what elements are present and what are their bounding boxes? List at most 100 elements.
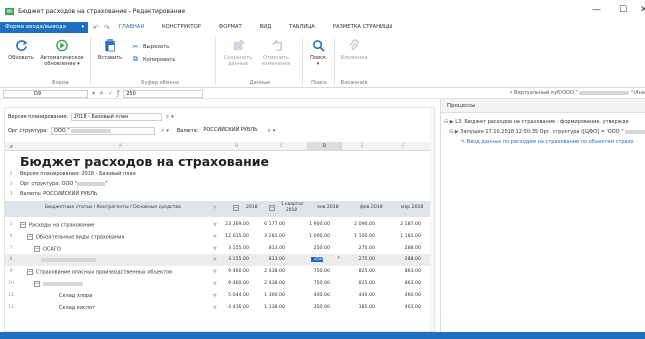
expander-icon[interactable]: − bbox=[34, 245, 40, 252]
filter-icon[interactable]: ▼ bbox=[213, 269, 217, 275]
table-cell[interactable]: 863.00 bbox=[393, 281, 421, 286]
undo-changes-button[interactable]: Отменить изменения bbox=[258, 39, 294, 67]
table-cell[interactable]: 2 090.00 bbox=[347, 222, 375, 227]
table-cell[interactable]: 4 416.00 bbox=[221, 305, 249, 310]
table-row[interactable]: 10 − ▼ 9 460.00 2 438.00 750.00 825.00 863.00 bbox=[5, 278, 434, 290]
attachments-button[interactable]: Вложения bbox=[339, 39, 369, 61]
org-select[interactable]: ООО " bbox=[50, 127, 155, 135]
expander-icon[interactable]: − bbox=[20, 222, 26, 228]
expander-icon[interactable]: − bbox=[34, 281, 40, 287]
table-cell[interactable]: 863.00 bbox=[393, 269, 421, 274]
table-cell[interactable]: 3 155.00 bbox=[221, 257, 249, 262]
table-cell[interactable]: 1 900.00 bbox=[302, 222, 330, 227]
column-header-f[interactable]: F bbox=[402, 144, 405, 149]
table-row[interactable]: 6 − Обязательные виды страхования ▼ 12 615.0… bbox=[5, 231, 434, 243]
table-cell[interactable]: 23 369.00 bbox=[221, 222, 249, 227]
table-cell[interactable]: 3 155.00 bbox=[221, 246, 249, 251]
process-run-item[interactable]: ⊟ ▶ Запущен 17.10.2018 12:50:35 Орг. стр… bbox=[449, 129, 645, 135]
expander-icon[interactable]: − bbox=[27, 269, 33, 276]
vertical-scrollbar[interactable] bbox=[430, 108, 434, 331]
active-cell[interactable]: 250 bbox=[311, 257, 323, 263]
table-cell[interactable]: 1 300.00 bbox=[257, 293, 285, 298]
filter-icon[interactable]: ▼ bbox=[213, 205, 217, 211]
table-cell[interactable]: 275.00 bbox=[347, 246, 375, 251]
undo-icon[interactable]: ↶ bbox=[93, 24, 99, 32]
expander-icon[interactable]: − bbox=[269, 205, 278, 212]
table-cell[interactable]: 250.00 bbox=[302, 246, 330, 251]
table-cell[interactable]: 3 281.00 bbox=[257, 234, 285, 239]
table-cell[interactable]: 400.00 bbox=[302, 293, 330, 298]
expander-icon[interactable]: − bbox=[27, 233, 33, 240]
table-cell[interactable]: 350.00 bbox=[302, 305, 330, 310]
tab-view[interactable]: ВИД bbox=[251, 22, 281, 33]
save-data-button[interactable]: Сохранить данные bbox=[222, 39, 254, 67]
table-cell[interactable]: 6 177.00 bbox=[257, 222, 285, 227]
table-cell[interactable]: 750.00 bbox=[302, 269, 330, 274]
maximize-button[interactable]: ☐ bbox=[619, 5, 627, 15]
search-icon[interactable]: ⌕ bbox=[267, 127, 270, 135]
table-cell[interactable]: 1 138.00 bbox=[257, 305, 285, 310]
table-row[interactable]: 11 Склад хлора ▼ 5 044.00 1 300.00 400.00 440.… bbox=[5, 290, 434, 302]
filter-icon[interactable]: ▼ bbox=[213, 222, 217, 228]
filter-icon[interactable]: ▼ bbox=[213, 293, 217, 299]
chevron-down-icon[interactable]: ▾ bbox=[166, 128, 169, 134]
tab-table[interactable]: ТАБЛИЦА bbox=[280, 22, 324, 33]
table-cell[interactable]: 825.00 bbox=[347, 269, 375, 274]
table-cell[interactable]: 813.00 bbox=[257, 246, 285, 251]
version-select[interactable]: 2018 - Базовый план bbox=[70, 113, 162, 121]
column-header-a[interactable]: A bbox=[119, 144, 122, 149]
cell-name-box[interactable]: D9 bbox=[3, 89, 88, 98]
process-item[interactable]: ⊟ ▶ L3. Бюджет расходов на страхование -… bbox=[444, 119, 629, 125]
collapse-icon[interactable]: ⊟ bbox=[444, 119, 448, 125]
table-cell[interactable]: 275.00 bbox=[347, 257, 375, 262]
table-cell[interactable]: 2 438.00 bbox=[257, 269, 285, 274]
currency-select[interactable]: РОССИЙСКИЙ РУБЛЬ bbox=[201, 127, 264, 135]
chevron-down-icon[interactable]: ▾ bbox=[92, 90, 95, 97]
table-cell[interactable]: 440.00 bbox=[347, 293, 375, 298]
table-cell[interactable]: 750.00 bbox=[302, 281, 330, 286]
chevron-down-icon[interactable]: ▾ bbox=[171, 114, 174, 120]
auto-refresh-button[interactable]: Автоматическое обновление ▾ bbox=[38, 39, 86, 67]
tab-page-layout[interactable]: РАЗМЕТКА СТРАНИЦЫ bbox=[324, 22, 402, 33]
collapse-icon[interactable]: ⊟ bbox=[449, 129, 453, 135]
table-cell[interactable]: 403.00 bbox=[393, 305, 421, 310]
refresh-button[interactable]: Обновить bbox=[6, 39, 36, 61]
copy-button[interactable]: ⧉ Копировать bbox=[131, 55, 175, 64]
tab-home[interactable]: ГЛАВНАЯ bbox=[110, 22, 153, 33]
search-icon[interactable]: ⌕ bbox=[161, 127, 164, 135]
table-cell[interactable]: 9 460.00 bbox=[221, 269, 249, 274]
table-cell[interactable]: 2 187.00 bbox=[393, 222, 421, 227]
table-cell[interactable]: 9 460.00 bbox=[221, 281, 249, 286]
table-cell[interactable]: 1 181.00 bbox=[393, 234, 421, 239]
table-row[interactable]: 5 − Расходы на страхование ▼ 23 369.00 6 177.… bbox=[5, 219, 434, 231]
stepper-icon[interactable]: ⇕ bbox=[337, 255, 340, 260]
confirm-icon[interactable]: ✓ bbox=[108, 90, 113, 97]
select-all-corner[interactable]: ◢ bbox=[9, 144, 12, 149]
process-task-item[interactable]: ✎ Ввод данных по расходам на страхование… bbox=[461, 139, 634, 145]
table-row[interactable]: 7 − ОСАГО ▼ 3 155.00 813.00 250.00 275.00 288.00 bbox=[5, 243, 434, 255]
table-cell[interactable]: 12 615.00 bbox=[221, 234, 249, 239]
filter-icon[interactable]: ▼ bbox=[213, 246, 217, 252]
column-header-c[interactable]: C bbox=[280, 144, 283, 149]
expander-icon[interactable]: − bbox=[233, 205, 242, 212]
chevron-down-icon[interactable]: ▾ bbox=[273, 128, 276, 134]
table-cell[interactable]: 288.00 bbox=[393, 246, 421, 251]
table-row[interactable]: 12 Склад кислот ▼ 4 416.00 1 138.00 350.00 385… bbox=[5, 302, 434, 314]
minimize-button[interactable]: — bbox=[592, 5, 601, 15]
table-cell[interactable]: 385.00 bbox=[347, 305, 375, 310]
table-cell[interactable]: 288.00 bbox=[393, 257, 421, 262]
filter-icon[interactable]: ▼ bbox=[213, 305, 217, 311]
table-cell[interactable]: 460.00 bbox=[393, 293, 421, 298]
filter-icon[interactable]: ▼ bbox=[213, 257, 217, 263]
table-cell[interactable]: 1 000.00 bbox=[302, 234, 330, 239]
table-cell[interactable]: 825.00 bbox=[347, 281, 375, 286]
column-header-e[interactable]: E bbox=[361, 144, 364, 149]
tab-format[interactable]: ФОРМАТ bbox=[210, 22, 251, 33]
search-button[interactable]: Поиск ▾ bbox=[306, 39, 330, 67]
column-header-d[interactable]: D bbox=[307, 142, 342, 151]
table-cell[interactable]: 2 438.00 bbox=[257, 281, 285, 286]
table-row[interactable]: 9 − Страхование опасных производственных о… bbox=[5, 266, 434, 278]
table-row[interactable]: 8 ▼ 3 155.00 813.00 250 275.00 288.00 ⇕ bbox=[5, 254, 434, 267]
close-button[interactable]: ✕ bbox=[640, 5, 645, 15]
paste-button[interactable]: Вставить bbox=[96, 39, 124, 61]
